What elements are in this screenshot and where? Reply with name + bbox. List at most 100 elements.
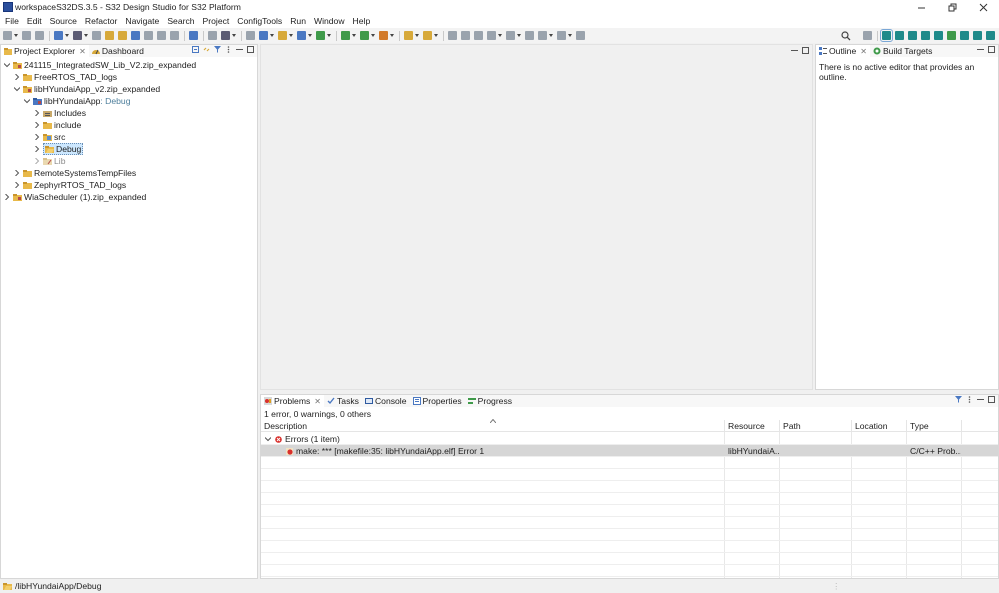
tree-item-lib[interactable]: Lib	[33, 155, 65, 167]
chevron-right-icon[interactable]	[13, 169, 21, 177]
refresh-icon[interactable]	[144, 31, 153, 40]
chevron-right-icon[interactable]	[33, 133, 41, 141]
tree-item-wiascheduler[interactable]: WiaScheduler (1).zip_expanded	[3, 191, 146, 203]
dcd-perspective-icon[interactable]	[947, 31, 956, 40]
column-header-type[interactable]: Type	[907, 420, 962, 432]
clocks-icon[interactable]	[297, 31, 306, 40]
ddr-perspective-icon[interactable]	[960, 31, 969, 40]
forward-icon[interactable]	[557, 31, 566, 40]
clocks-dropdown-icon[interactable]	[308, 34, 312, 37]
new-class-icon[interactable]	[131, 31, 140, 40]
minimize-view-icon[interactable]	[236, 46, 243, 53]
view-menu-icon[interactable]	[966, 396, 973, 403]
minimize-view-icon[interactable]	[977, 396, 984, 403]
column-header-resource[interactable]: Resource	[725, 420, 780, 432]
search-icon[interactable]	[841, 30, 851, 41]
update-code-icon[interactable]	[316, 31, 325, 40]
build-config-dropdown-icon[interactable]	[65, 34, 69, 37]
menu-help[interactable]: Help	[349, 14, 375, 28]
chevron-right-icon[interactable]	[3, 193, 11, 201]
restore-button[interactable]	[937, 0, 968, 14]
prev-annotation-dropdown-icon[interactable]	[517, 34, 521, 37]
tab-outline[interactable]: Outline ✕	[816, 45, 870, 57]
chip-icon[interactable]	[221, 31, 230, 40]
chevron-down-icon[interactable]	[3, 61, 11, 69]
c-cpp-perspective-icon[interactable]	[880, 29, 893, 42]
close-tab-icon[interactable]: ✕	[860, 47, 867, 56]
next-annotation-icon[interactable]	[487, 31, 496, 40]
close-window-button[interactable]	[968, 0, 999, 14]
menu-refactor[interactable]: Refactor	[81, 14, 121, 28]
collapse-all-icon[interactable]	[192, 46, 199, 53]
chevron-right-icon[interactable]	[33, 145, 41, 153]
show-whitespace-icon[interactable]	[474, 31, 483, 40]
toggle-block-icon[interactable]	[461, 31, 470, 40]
column-header-location[interactable]: Location	[852, 420, 907, 432]
next-annotation-dropdown-icon[interactable]	[498, 34, 502, 37]
build-dropdown-icon[interactable]	[84, 34, 88, 37]
peripherals-perspective-icon[interactable]	[934, 31, 943, 40]
minimize-button[interactable]	[906, 0, 937, 14]
tree-item-libhyundaiapp[interactable]: libHYundaiApp: Debug	[23, 95, 131, 107]
pins-icon[interactable]	[278, 31, 287, 40]
chevron-right-icon[interactable]	[33, 157, 41, 165]
copy-icon[interactable]	[170, 31, 179, 40]
chevron-right-icon[interactable]	[33, 121, 41, 129]
menu-navigate[interactable]: Navigate	[121, 14, 163, 28]
search-dropdown-icon[interactable]	[434, 34, 438, 37]
tab-console[interactable]: Console	[362, 395, 410, 407]
back-dropdown-icon[interactable]	[549, 34, 553, 37]
tree-item-freertos-logs[interactable]: FreeRTOS_TAD_logs	[13, 71, 117, 83]
menu-configtools[interactable]: ConfigTools	[233, 14, 286, 28]
menu-project[interactable]: Project	[199, 14, 234, 28]
menu-file[interactable]: File	[1, 14, 23, 28]
build-configuration-icon[interactable]	[54, 31, 63, 40]
tab-dashboard[interactable]: Dashboard	[89, 45, 147, 57]
table-row[interactable]: make: *** [makefile:35: libHYundaiApp.el…	[261, 445, 998, 457]
new-dropdown-icon[interactable]	[14, 34, 18, 37]
tab-build-targets[interactable]: Build Targets	[870, 45, 936, 57]
tree-item-includes[interactable]: Includes	[33, 107, 86, 119]
prev-annotation-icon[interactable]	[506, 31, 515, 40]
maximize-view-icon[interactable]	[802, 47, 809, 54]
toggle-mark-icon[interactable]	[448, 31, 457, 40]
menu-window[interactable]: Window	[310, 14, 349, 28]
tree-item-src[interactable]: src	[33, 131, 65, 143]
selected-item-highlight[interactable]: Debug	[43, 143, 84, 155]
column-header-path[interactable]: Path	[780, 420, 852, 432]
run-icon[interactable]	[360, 31, 369, 40]
debug-dropdown-icon[interactable]	[352, 34, 356, 37]
pins-perspective-icon[interactable]	[908, 31, 917, 40]
view-menu-icon[interactable]	[225, 46, 232, 53]
tree-item-include[interactable]: include	[33, 119, 81, 131]
maximize-view-icon[interactable]	[988, 46, 995, 53]
external-tools-dropdown-icon[interactable]	[390, 34, 394, 37]
update-code-dropdown-icon[interactable]	[327, 34, 331, 37]
build-hammer-icon[interactable]	[73, 31, 82, 40]
tab-problems[interactable]: Problems ✕	[261, 395, 324, 407]
link-icon[interactable]	[157, 31, 166, 40]
chevron-down-icon[interactable]	[265, 436, 271, 442]
table-row-group[interactable]: Errors (1 item)	[261, 433, 998, 445]
save-icon[interactable]	[22, 31, 31, 40]
tree-item-integrated-sw[interactable]: 241115_IntegratedSW_Lib_V2.zip_expanded	[3, 59, 196, 71]
tree-item-debug[interactable]: Debug	[33, 143, 84, 155]
tab-progress[interactable]: Progress	[465, 395, 515, 407]
filter-icon[interactable]	[955, 396, 962, 403]
external-tools-icon[interactable]	[379, 31, 388, 40]
debug-bug-icon[interactable]	[341, 31, 350, 40]
menu-run[interactable]: Run	[286, 14, 310, 28]
maximize-view-icon[interactable]	[247, 46, 254, 53]
open-type-icon[interactable]	[404, 31, 413, 40]
chevron-down-icon[interactable]	[23, 97, 31, 105]
last-edit-icon[interactable]	[525, 31, 534, 40]
terminal-icon[interactable]	[189, 31, 198, 40]
clean-icon[interactable]	[92, 31, 101, 40]
close-tab-icon[interactable]: ✕	[314, 397, 321, 406]
tree-item-libhyundaiapp-zip[interactable]: libHYundaiApp_v2.zip_expanded	[13, 83, 160, 95]
pin-editor-icon[interactable]	[576, 31, 585, 40]
new-c-project-icon[interactable]	[105, 31, 114, 40]
minimize-view-icon[interactable]	[977, 46, 984, 53]
close-tab-icon[interactable]: ✕	[79, 47, 86, 56]
debug-view-icon[interactable]	[208, 31, 217, 40]
